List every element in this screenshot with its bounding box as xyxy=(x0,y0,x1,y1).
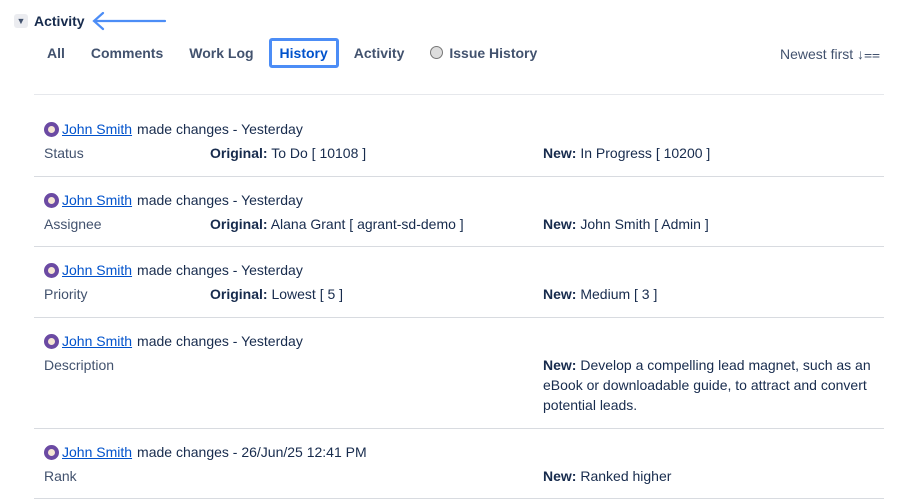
tab-history[interactable]: History xyxy=(268,38,339,68)
sort-order-button[interactable]: Newest first ↓⩵ xyxy=(780,46,880,63)
original-value: Original: Alana Grant [ agrant-sd-demo ] xyxy=(210,216,464,232)
original-value: Original: To Do [ 10108 ] xyxy=(210,145,367,161)
tab-issue-history[interactable]: Issue History xyxy=(419,38,548,68)
new-value: New: John Smith [ Admin ] xyxy=(543,216,709,232)
field-name: Description xyxy=(44,357,115,373)
clock-icon xyxy=(430,46,444,59)
new-value: New: Ranked higher xyxy=(543,468,672,484)
user-link[interactable]: John Smith xyxy=(62,192,132,208)
user-link[interactable]: John Smith xyxy=(62,121,132,137)
tab-all[interactable]: All xyxy=(36,38,76,68)
user-link[interactable]: John Smith xyxy=(62,333,132,349)
activity-tabs: All Comments Work Log History Activity I… xyxy=(36,38,552,68)
avatar xyxy=(44,333,59,349)
avatar xyxy=(44,192,59,208)
new-value: New: Medium [ 3 ] xyxy=(543,286,658,302)
tab-comments[interactable]: Comments xyxy=(80,38,174,68)
activity-header: ▼ Activity xyxy=(14,11,167,31)
original-value: Original: Lowest [ 5 ] xyxy=(210,286,344,302)
action-text: made changes - Yesterday xyxy=(137,333,303,349)
field-name: Rank xyxy=(44,468,77,484)
avatar xyxy=(44,444,59,460)
history-entry: John Smith made changes - Yesterday Descr… xyxy=(34,333,884,429)
history-entry: John Smith made changes - 26/Jun/25 12:41… xyxy=(34,444,884,499)
action-text: made changes - Yesterday xyxy=(137,121,303,137)
avatar xyxy=(44,121,59,137)
avatar xyxy=(44,262,59,278)
history-entry: John Smith made changes - Yesterday Assig… xyxy=(34,192,884,247)
action-text: made changes - 26/Jun/25 12:41 PM xyxy=(137,444,367,460)
user-link[interactable]: John Smith xyxy=(62,262,132,278)
field-name: Assignee xyxy=(44,216,102,232)
history-entry: John Smith made changes - Yesterday Statu… xyxy=(34,121,884,177)
user-link[interactable]: John Smith xyxy=(62,444,132,460)
section-title: Activity xyxy=(34,13,85,29)
tab-work-log[interactable]: Work Log xyxy=(178,38,264,68)
history-entry: John Smith made changes - Yesterday Prior… xyxy=(34,262,884,318)
arrow-left-icon xyxy=(91,11,166,31)
field-name: Priority xyxy=(44,286,88,302)
chevron-down-icon[interactable]: ▼ xyxy=(14,14,28,28)
action-text: made changes - Yesterday xyxy=(137,262,303,278)
field-name: Status xyxy=(44,145,84,161)
new-value: New: In Progress [ 10200 ] xyxy=(543,145,711,161)
new-value: New: Develop a compelling lead magnet, s… xyxy=(543,357,871,413)
divider xyxy=(34,94,884,95)
action-text: made changes - Yesterday xyxy=(137,192,303,208)
tab-issue-history-label: Issue History xyxy=(449,45,538,61)
tab-activity[interactable]: Activity xyxy=(343,38,416,68)
